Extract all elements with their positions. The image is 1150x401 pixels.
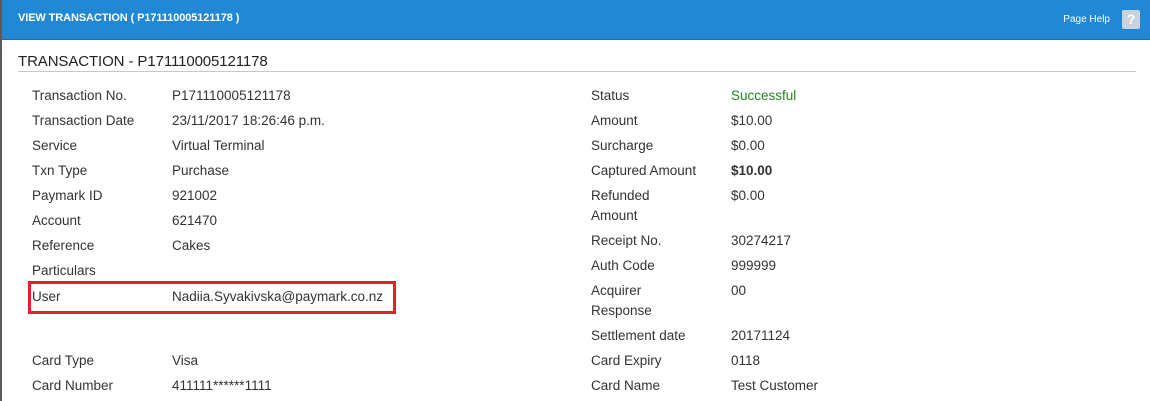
field-label: Reference [32, 238, 95, 253]
field-label: Transaction No. [32, 88, 127, 103]
field-value: $10.00 [731, 163, 773, 178]
field-value: $0.00 [731, 138, 765, 153]
field-value: 999999 [731, 258, 777, 273]
field-value: 411111******1111 [172, 378, 272, 393]
field-value: Purchase [172, 163, 230, 178]
field-value: $10.00 [731, 113, 773, 128]
field-label-line1: Refunded [591, 188, 650, 203]
field-value: Test Customer [731, 378, 819, 393]
field-label: Surcharge [591, 138, 654, 153]
field-value: 30274217 [731, 233, 792, 248]
field-label: Transaction Date [32, 113, 135, 128]
field-label: Auth Code [591, 258, 655, 273]
field-value: Cakes [172, 238, 211, 253]
field-value: 921002 [172, 188, 218, 203]
field-label: Captured Amount [591, 163, 697, 178]
status-badge: Successful [731, 88, 797, 103]
field-label: Card Number [32, 378, 114, 393]
field-label: Card Expiry [591, 353, 662, 368]
field-value: Visa [172, 353, 199, 368]
field-value: 20171124 [731, 328, 791, 343]
field-label: Card Type [32, 353, 95, 368]
field-value: 621470 [172, 213, 218, 228]
field-value: $0.00 [731, 188, 765, 203]
field-label: Amount [591, 113, 638, 128]
field-value: 23/11/2017 18:26:46 p.m. [172, 113, 325, 128]
field-label-line2: Amount [591, 208, 638, 223]
field-label: Service [32, 138, 78, 153]
user-highlight-box [28, 281, 396, 314]
field-label: Settlement date [591, 328, 686, 343]
field-label-line1: Acquirer [591, 283, 642, 298]
field-label: Status [591, 88, 630, 103]
field-label: Account [32, 213, 81, 228]
field-value: P171110005121178 [172, 88, 291, 103]
title-bar: VIEW TRANSACTION ( P171110005121178 ) Pa… [2, 0, 1150, 40]
field-value: 00 [731, 283, 747, 298]
section-divider [18, 71, 1136, 72]
transaction-window: VIEW TRANSACTION ( P171110005121178 ) Pa… [0, 0, 1150, 401]
field-label-line2: Response [591, 303, 652, 318]
field-label: Txn Type [32, 163, 88, 178]
page-help-link[interactable]: Page Help [1063, 14, 1110, 25]
section-title: TRANSACTION - P171110005121178 [18, 53, 268, 70]
field-label: Card Name [591, 378, 661, 393]
field-label: Receipt No. [591, 233, 662, 248]
field-label: Particulars [32, 263, 96, 278]
field-value: 0118 [731, 353, 761, 368]
window-title: VIEW TRANSACTION ( P171110005121178 ) [18, 12, 240, 24]
field-value: Virtual Terminal [172, 138, 265, 153]
field-label: Paymark ID [32, 188, 103, 203]
help-icon[interactable]: ? [1122, 10, 1140, 29]
